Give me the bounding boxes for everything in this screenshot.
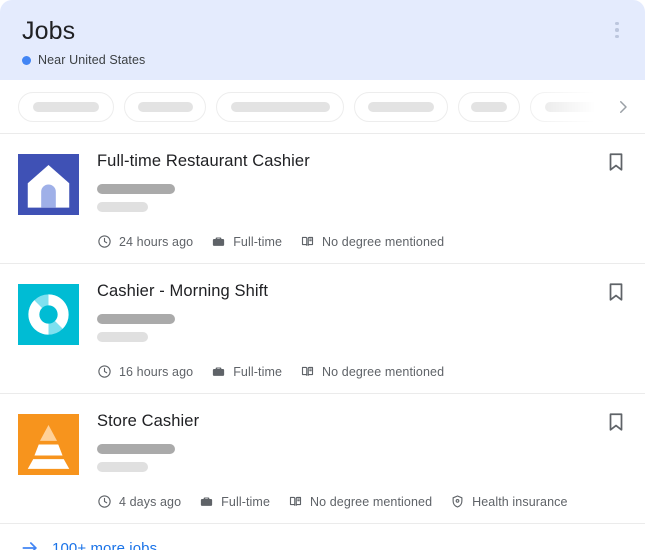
- book-icon: [288, 494, 303, 509]
- job-meta-row: 24 hours ago Full-time No degree mentioned: [97, 234, 587, 249]
- job-title: Full-time Restaurant Cashier: [97, 150, 587, 172]
- filter-chip-placeholder-bar: [368, 102, 434, 112]
- book-icon: [300, 364, 315, 379]
- clock-icon: [97, 494, 112, 509]
- jobs-header: Jobs Near United States: [0, 0, 645, 80]
- house-logo: [18, 154, 79, 215]
- kebab-dot: [615, 28, 619, 32]
- filter-chip-5[interactable]: [458, 92, 520, 122]
- job-meta-clock: 16 hours ago: [97, 364, 193, 379]
- job-list-item[interactable]: Cashier - Morning Shift 16 hours ago Full-…: [0, 264, 645, 394]
- location-dot-icon: [22, 56, 31, 65]
- job-meta-briefcase: Full-time: [211, 364, 282, 379]
- job-location-placeholder: [97, 462, 148, 472]
- job-list-item[interactable]: Full-time Restaurant Cashier 24 hours ago…: [0, 134, 645, 264]
- job-meta-label: Full-time: [233, 235, 282, 249]
- job-meta-label: No degree mentioned: [322, 235, 444, 249]
- job-meta-briefcase: Full-time: [199, 494, 270, 509]
- job-details: Cashier - Morning Shift 16 hours ago Full-…: [97, 280, 627, 379]
- bookmark-icon: [605, 411, 627, 433]
- filter-chip-4[interactable]: [354, 92, 448, 122]
- job-meta-label: No degree mentioned: [310, 495, 432, 509]
- book-icon: [300, 234, 315, 249]
- job-meta-label: Full-time: [221, 495, 270, 509]
- job-meta-row: 4 days ago Full-time No degree mentioned He…: [97, 494, 587, 509]
- job-location-placeholder: [97, 332, 148, 342]
- more-jobs-label: 100+ more jobs: [52, 540, 157, 550]
- bookmark-icon: [605, 151, 627, 173]
- job-meta-book: No degree mentioned: [300, 364, 444, 379]
- job-meta-label: 16 hours ago: [119, 365, 193, 379]
- location-row: Near United States: [22, 53, 623, 67]
- kebab-dot: [615, 35, 619, 39]
- job-meta-clock: 24 hours ago: [97, 234, 193, 249]
- jobs-widget: Jobs Near United States Full-time Restau…: [0, 0, 645, 550]
- job-meta-row: 16 hours ago Full-time No degree mentioned: [97, 364, 587, 379]
- briefcase-icon: [199, 494, 214, 509]
- pyramid-logo: [18, 414, 79, 475]
- job-list: Full-time Restaurant Cashier 24 hours ago…: [0, 134, 645, 524]
- filter-chip-1[interactable]: [18, 92, 114, 122]
- briefcase-icon: [211, 234, 226, 249]
- filter-chip-6[interactable]: [530, 92, 601, 122]
- job-list-item[interactable]: Store Cashier 4 days ago Full-time No degre…: [0, 394, 645, 524]
- donut-logo: [18, 284, 79, 345]
- job-details: Full-time Restaurant Cashier 24 hours ago…: [97, 150, 627, 249]
- shield-icon: [450, 494, 465, 509]
- save-job-button[interactable]: [605, 281, 627, 303]
- job-location-placeholder: [97, 202, 148, 212]
- clock-icon: [97, 234, 112, 249]
- job-meta-label: 4 days ago: [119, 495, 181, 509]
- job-meta-briefcase: Full-time: [211, 234, 282, 249]
- job-meta-label: No degree mentioned: [322, 365, 444, 379]
- filter-chip-2[interactable]: [124, 92, 206, 122]
- company-name-placeholder: [97, 314, 175, 324]
- job-meta-shield: Health insurance: [450, 494, 567, 509]
- job-meta-label: 24 hours ago: [119, 235, 193, 249]
- chips-next-button[interactable]: [601, 80, 645, 133]
- filter-chip-placeholder-bar: [471, 102, 507, 112]
- page-title: Jobs: [22, 16, 623, 46]
- job-meta-clock: 4 days ago: [97, 494, 181, 509]
- arrow-right-icon: [20, 538, 40, 550]
- company-name-placeholder: [97, 184, 175, 194]
- save-job-button[interactable]: [605, 151, 627, 173]
- filter-chip-placeholder-bar: [231, 102, 330, 112]
- save-job-button[interactable]: [605, 411, 627, 433]
- filter-chip-placeholder-bar: [545, 102, 601, 112]
- bookmark-icon: [605, 281, 627, 303]
- job-title: Cashier - Morning Shift: [97, 280, 587, 302]
- job-meta-label: Full-time: [233, 365, 282, 379]
- job-title: Store Cashier: [97, 410, 587, 432]
- kebab-dot: [615, 22, 619, 26]
- filter-chip-3[interactable]: [216, 92, 344, 122]
- job-meta-book: No degree mentioned: [288, 494, 432, 509]
- kebab-menu-icon[interactable]: [603, 16, 631, 44]
- filter-chips-scroller[interactable]: [18, 92, 601, 122]
- clock-icon: [97, 364, 112, 379]
- more-jobs-link[interactable]: 100+ more jobs: [0, 524, 645, 550]
- job-meta-book: No degree mentioned: [300, 234, 444, 249]
- briefcase-icon: [211, 364, 226, 379]
- filter-chips-row: [0, 80, 645, 134]
- company-name-placeholder: [97, 444, 175, 454]
- job-details: Store Cashier 4 days ago Full-time No degre…: [97, 410, 627, 509]
- filter-chip-placeholder-bar: [138, 102, 193, 112]
- filter-chip-placeholder-bar: [33, 102, 99, 112]
- chevron-right-icon: [614, 98, 632, 116]
- job-meta-label: Health insurance: [472, 495, 567, 509]
- location-label: Near United States: [38, 53, 145, 67]
